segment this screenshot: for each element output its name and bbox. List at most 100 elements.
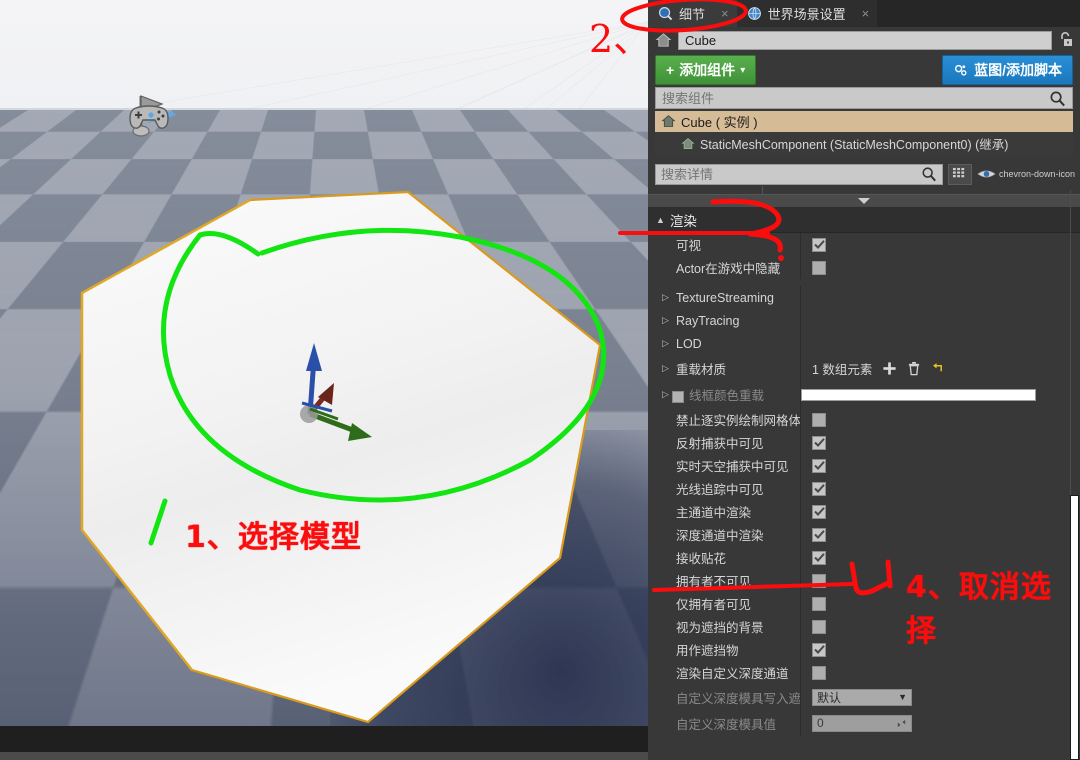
checkbox-toggle[interactable] (812, 550, 826, 565)
property-row-toggle[interactable]: 实时天空捕获中可见 (648, 454, 1080, 477)
chevron-down-icon: chevron-down-icon (998, 169, 1075, 179)
property-label: 可视 (676, 239, 702, 253)
checkbox-toggle[interactable] (812, 642, 826, 657)
color-swatch-icon[interactable] (672, 390, 684, 403)
property-row-override-materials[interactable]: ▷ 重载材质 1 数组元素 (648, 355, 1080, 381)
property-value (800, 388, 1080, 401)
number-value: 0 (817, 716, 824, 730)
expand-arrow-icon[interactable]: ▷ (662, 315, 669, 326)
property-row-toggle[interactable]: 深度通道中渲染 (648, 523, 1080, 546)
property-row-toggle[interactable]: 拥有者不可见 (648, 569, 1080, 592)
property-group-raytracing[interactable]: ▷ RayTracing (648, 309, 1080, 332)
clear-array-button[interactable] (907, 361, 921, 376)
checkbox-toggle[interactable] (812, 435, 826, 450)
property-label: LOD (676, 336, 702, 351)
column-divider (800, 381, 801, 408)
expand-arrow-icon[interactable]: ▷ (662, 338, 669, 349)
level-viewport[interactable] (0, 0, 648, 726)
checkbox-toggle[interactable] (812, 573, 826, 588)
custom-depth-stencil-write-mask-select[interactable]: 默认 ▼ (812, 688, 912, 706)
expand-arrow-icon[interactable]: ▷ (662, 292, 669, 303)
component-search-box[interactable] (655, 87, 1073, 109)
checkbox-toggle[interactable] (812, 596, 826, 611)
check-icon (813, 553, 825, 562)
column-divider (800, 286, 801, 309)
tab-world-settings-close[interactable]: × (862, 6, 870, 21)
property-label: RayTracing (676, 313, 740, 328)
chevron-down-icon: ▼ (898, 692, 907, 702)
property-value: 默认 ▼ (800, 688, 1080, 706)
property-row-custom-depth-stencil-value[interactable]: 自定义深度模具值 0 (648, 710, 1080, 736)
row-spacer (648, 279, 1080, 286)
editor-status-bar (0, 752, 648, 760)
visibility-filter-button[interactable]: chevron-down-icon (977, 167, 1075, 181)
checkbox-visible[interactable] (812, 237, 826, 252)
component-tree-item-staticmesh[interactable]: StaticMeshComponent (StaticMeshComponent… (655, 132, 1073, 155)
property-row-custom-depth-stencil-write-mask[interactable]: 自定义深度模具写入遮罩 默认 ▼ (648, 684, 1080, 710)
checkbox-toggle[interactable] (812, 527, 826, 542)
tab-world-settings[interactable]: 世界场景设置 × (736, 0, 878, 27)
add-array-element-button[interactable] (882, 361, 897, 376)
property-row-toggle[interactable]: 禁止逐实例绘制网格体 (648, 408, 1080, 431)
component-tree-item-staticmesh-label: StaticMeshComponent (StaticMeshComponent… (700, 138, 1009, 152)
reset-arrow-icon (933, 362, 943, 371)
details-scrollbar[interactable] (1070, 190, 1080, 760)
check-icon (813, 507, 825, 516)
wireframe-color-bar[interactable] (801, 388, 1036, 401)
checkbox-toggle[interactable] (812, 412, 826, 427)
property-row-actor-hidden-in-game[interactable]: Actor在游戏中隐藏 (648, 256, 1080, 279)
property-row-toggle[interactable]: 反射捕获中可见 (648, 431, 1080, 454)
component-search-input[interactable] (662, 90, 1049, 106)
property-value: 1 数组元素 (800, 359, 1080, 378)
scrollbar-track (1070, 190, 1071, 495)
blueprint-label: 蓝图/添加脚本 (974, 62, 1062, 78)
property-label: 自定义深度模具写入遮罩 (676, 691, 800, 706)
checkbox-toggle[interactable] (812, 665, 826, 680)
check-icon (813, 438, 825, 447)
panel-splitter[interactable] (648, 186, 1080, 194)
property-group-texturestreaming[interactable]: ▷ TextureStreaming (648, 286, 1080, 309)
column-divider (800, 332, 801, 355)
add-component-button[interactable]: + 添加组件 ▾ (655, 55, 757, 85)
tab-details-close[interactable]: × (721, 6, 729, 21)
property-row-toggle[interactable]: 用作遮挡物 (648, 638, 1080, 661)
column-divider (800, 710, 801, 736)
scrollbar-thumb[interactable] (1070, 495, 1079, 760)
property-row-wireframe-color-override[interactable]: ▷ 线框颜色重载 (648, 381, 1080, 408)
actor-name-input[interactable] (678, 30, 1052, 50)
property-group-lod[interactable]: ▷ LOD (648, 332, 1080, 355)
spinner-icon (897, 719, 906, 727)
tab-details[interactable]: 细节 × (648, 0, 737, 27)
property-row-toggle[interactable]: 接收贴花 (648, 546, 1080, 569)
grid-view-button[interactable] (947, 163, 972, 185)
checkbox-toggle[interactable] (812, 458, 826, 473)
checkbox-actor-hidden-in-game[interactable] (812, 260, 826, 275)
collapse-all-bar[interactable] (648, 194, 1080, 208)
reset-to-default-button[interactable] (931, 362, 944, 375)
player-start-icon[interactable] (110, 78, 190, 148)
check-icon (813, 461, 825, 470)
checkbox-toggle[interactable] (812, 481, 826, 496)
expand-arrow-icon[interactable]: ▷ (662, 389, 669, 400)
checkbox-toggle[interactable] (812, 619, 826, 634)
check-icon (813, 645, 825, 654)
checkbox-toggle[interactable] (812, 504, 826, 519)
expand-arrow-icon[interactable]: ▷ (662, 363, 669, 374)
lock-open-icon[interactable] (1058, 31, 1074, 49)
details-search-input[interactable] (661, 166, 921, 182)
property-row-toggle[interactable]: 仅拥有者可见 (648, 592, 1080, 615)
panel-tab-strip: 细节 × 世界场景设置 × (648, 0, 1080, 27)
property-row-toggle[interactable]: 光线追踪中可见 (648, 477, 1080, 500)
property-row-toggle[interactable]: 主通道中渲染 (648, 500, 1080, 523)
custom-depth-stencil-value-input[interactable]: 0 (812, 714, 912, 732)
transform-gizmo[interactable] (262, 325, 392, 445)
component-tree-item-cube[interactable]: Cube ( 实例 ) (655, 111, 1073, 132)
property-value (800, 435, 1080, 450)
category-header-rendering[interactable]: ▲ 渲染 (648, 208, 1080, 233)
details-search-box[interactable] (655, 163, 943, 185)
property-row-toggle[interactable]: 视为遮挡的背景 (648, 615, 1080, 638)
property-row-visible[interactable]: 可视 (648, 233, 1080, 256)
property-row-toggle[interactable]: 渲染自定义深度通道 (648, 661, 1080, 684)
array-element-count: 1 数组元素 (812, 362, 873, 377)
blueprint-add-script-button[interactable]: 蓝图/添加脚本 (942, 55, 1073, 85)
